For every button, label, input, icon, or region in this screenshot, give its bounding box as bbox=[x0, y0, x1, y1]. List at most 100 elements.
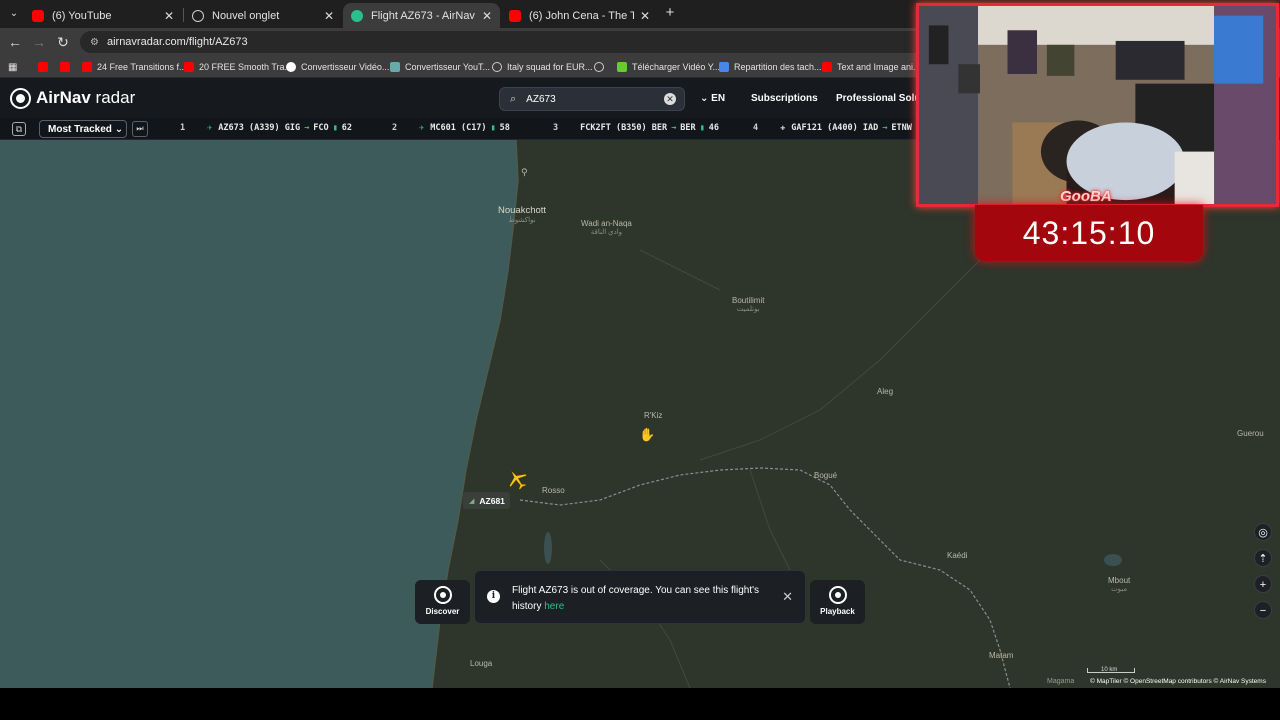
tracked-count: 58 bbox=[499, 123, 510, 133]
clear-search-icon[interactable]: ✕ bbox=[664, 93, 676, 105]
bookmark-item[interactable]: 24 Free Transitions f... bbox=[82, 60, 187, 74]
tab-title: Nouvel onglet bbox=[212, 9, 280, 22]
tab-title: (6) YouTube bbox=[52, 9, 112, 22]
tab-youtube-john-cena[interactable]: (6) John Cena - The Time Is Now ✕ bbox=[501, 3, 658, 28]
bookmark-item[interactable]: 20 FREE Smooth Tra... bbox=[184, 60, 292, 74]
tracked-item[interactable]: 4 ✚ GAF121 (A400) IAD → ETNW ▮ bbox=[753, 123, 925, 133]
layers-icon[interactable]: ⧉ bbox=[12, 122, 26, 136]
address-bar[interactable]: ⚙ airnavradar.com/flight/AZ673 bbox=[80, 31, 930, 53]
bookmark-item[interactable] bbox=[60, 60, 75, 74]
map-label-magama: Magama bbox=[1047, 678, 1075, 685]
tab-youtube[interactable]: (6) YouTube ✕ bbox=[24, 3, 182, 28]
airnav-header: AirNav radar ⌕ ✕ ⌄ EN Subscriptions Prof… bbox=[0, 78, 933, 118]
tab-close-icon[interactable]: ✕ bbox=[164, 9, 174, 23]
bookmark-item[interactable]: Italy squad for EUR... bbox=[492, 60, 593, 74]
map-label-rkiz: R'Kiz bbox=[644, 411, 662, 420]
bookmark-label: Convertisseur Vidéo... bbox=[301, 62, 390, 72]
most-tracked-bar: ⧉ Most Tracked ⌄ ⏭ 1 ✈ AZ673 (A339) GIG … bbox=[0, 118, 921, 140]
place-name: Wadi an-Naqa bbox=[581, 219, 632, 228]
download-icon bbox=[617, 62, 627, 72]
info-icon: i bbox=[487, 590, 500, 603]
bookmark-item[interactable]: Convertisseur Vidéo... bbox=[286, 60, 389, 74]
discover-button[interactable]: Discover bbox=[415, 580, 470, 624]
plane-icon: ✈ bbox=[419, 123, 425, 133]
apps-grid-icon[interactable]: ▦ bbox=[8, 60, 17, 74]
locate-icon[interactable]: ◎ bbox=[1254, 523, 1272, 541]
place-name: Nouakchott bbox=[498, 205, 547, 216]
globe-icon bbox=[594, 62, 604, 72]
tracked-rank: 3 bbox=[553, 123, 559, 133]
flight-search-box[interactable]: ⌕ ✕ bbox=[499, 87, 685, 111]
tracked-flight: FCK2FT (B350) BER bbox=[580, 123, 668, 133]
tab-search-chevron-icon[interactable]: ⌄ bbox=[6, 6, 22, 22]
site-info-icon[interactable]: ⚙ bbox=[90, 37, 99, 48]
tracked-rank: 2 bbox=[392, 123, 398, 133]
flight-history-link[interactable]: here bbox=[544, 601, 564, 612]
skip-next-icon[interactable]: ⏭ bbox=[132, 121, 148, 137]
cross-plane-icon: ✚ bbox=[780, 123, 786, 133]
language-selector[interactable]: ⌄ EN bbox=[700, 93, 725, 104]
zoom-in-button[interactable]: + bbox=[1254, 575, 1272, 593]
grab-cursor-icon: ✋ bbox=[639, 427, 656, 442]
bookmark-item[interactable]: Text and Image ani... bbox=[822, 60, 921, 74]
most-tracked-dropdown[interactable]: Most Tracked ⌄ bbox=[39, 120, 127, 138]
tab-close-icon[interactable]: ✕ bbox=[482, 9, 492, 23]
tracked-count: 46 bbox=[708, 123, 719, 133]
tab-close-icon[interactable]: ✕ bbox=[324, 9, 334, 23]
youtube-icon bbox=[60, 62, 70, 72]
reload-icon[interactable]: ↻ bbox=[55, 34, 71, 50]
globe-icon bbox=[192, 9, 204, 22]
compass-north-icon[interactable]: ⇡ bbox=[1254, 549, 1272, 567]
bookmark-item[interactable] bbox=[594, 60, 609, 74]
arrow-icon: → bbox=[671, 123, 677, 133]
map-label-rosso: Rosso bbox=[542, 486, 565, 495]
close-icon[interactable]: ✕ bbox=[782, 589, 793, 605]
map-label-aleg: Aleg bbox=[877, 387, 893, 396]
map-controls: ◎ ⇡ + − bbox=[1254, 523, 1272, 627]
streamer-name: GooBA bbox=[1060, 188, 1112, 205]
playback-button[interactable]: Playback bbox=[810, 580, 865, 624]
flight-callsign-label[interactable]: ◢ AZ681 bbox=[463, 492, 510, 509]
arrow-icon: → bbox=[304, 123, 310, 133]
place-name: Guerou bbox=[1237, 429, 1264, 438]
airnav-logo[interactable]: AirNav radar bbox=[36, 88, 135, 108]
tab-airnav-flight[interactable]: Flight AZ673 - AirNav Radar - L ✕ bbox=[343, 3, 500, 28]
tracked-flight: AZ673 (A339) GIG bbox=[218, 123, 301, 133]
tab-title: Flight AZ673 - AirNav Radar - L bbox=[371, 9, 476, 22]
bookmark-item[interactable]: Télécharger Vidéo Y... bbox=[617, 60, 720, 74]
google-icon bbox=[286, 62, 296, 72]
discover-icon bbox=[433, 586, 452, 604]
place-name-arabic: مبوت bbox=[1111, 586, 1128, 593]
bookmark-item[interactable] bbox=[38, 60, 53, 74]
place-name-arabic: وادي الناقة bbox=[590, 229, 623, 236]
plane-icon: ✈ bbox=[207, 123, 213, 133]
airnav-logo-icon[interactable] bbox=[10, 88, 31, 109]
tracked-rank: 4 bbox=[753, 123, 759, 133]
place-name-arabic: نواكشوط bbox=[508, 217, 536, 224]
tracked-item[interactable]: 3 FCK2FT (B350) BER → BER ▮ 46 bbox=[553, 123, 719, 133]
tab-new-tab[interactable]: Nouvel onglet ✕ bbox=[184, 3, 342, 28]
youtube-icon bbox=[32, 9, 44, 22]
map-label-louga: Louga bbox=[470, 659, 492, 668]
back-arrow-icon[interactable]: ← bbox=[7, 34, 23, 50]
bookmark-label: Télécharger Vidéo Y... bbox=[632, 62, 721, 72]
subscriptions-link[interactable]: Subscriptions bbox=[751, 93, 818, 104]
forward-arrow-icon[interactable]: → bbox=[31, 34, 47, 50]
tab-close-icon[interactable]: ✕ bbox=[640, 9, 650, 23]
search-icon: ⌕ bbox=[510, 92, 517, 105]
bookmark-item[interactable]: Repartition des tach... bbox=[719, 60, 822, 74]
flight-search-input[interactable] bbox=[526, 93, 647, 105]
zoom-out-button[interactable]: − bbox=[1254, 601, 1272, 619]
bookmark-label: Repartition des tach... bbox=[734, 62, 822, 72]
place-name: Mbout bbox=[1108, 576, 1131, 585]
viewers-icon: ▮ bbox=[490, 123, 496, 133]
aircraft-marker-icon[interactable] bbox=[505, 467, 529, 491]
new-tab-button[interactable]: + bbox=[662, 5, 678, 21]
youtube-icon bbox=[38, 62, 48, 72]
tracked-item[interactable]: 2 ✈ MC601 (C17) ▮ 58 bbox=[392, 123, 510, 133]
map-attribution[interactable]: © MapTiler © OpenStreetMap contributors … bbox=[1090, 678, 1266, 685]
tracked-dest: ETNW bbox=[891, 123, 912, 133]
tab-title: (6) John Cena - The Time Is Now bbox=[529, 9, 634, 22]
tracked-item[interactable]: 1 ✈ AZ673 (A339) GIG → FCO ▮ 62 bbox=[180, 123, 352, 133]
bookmark-item[interactable]: Convertisseur YouT... bbox=[390, 60, 490, 74]
